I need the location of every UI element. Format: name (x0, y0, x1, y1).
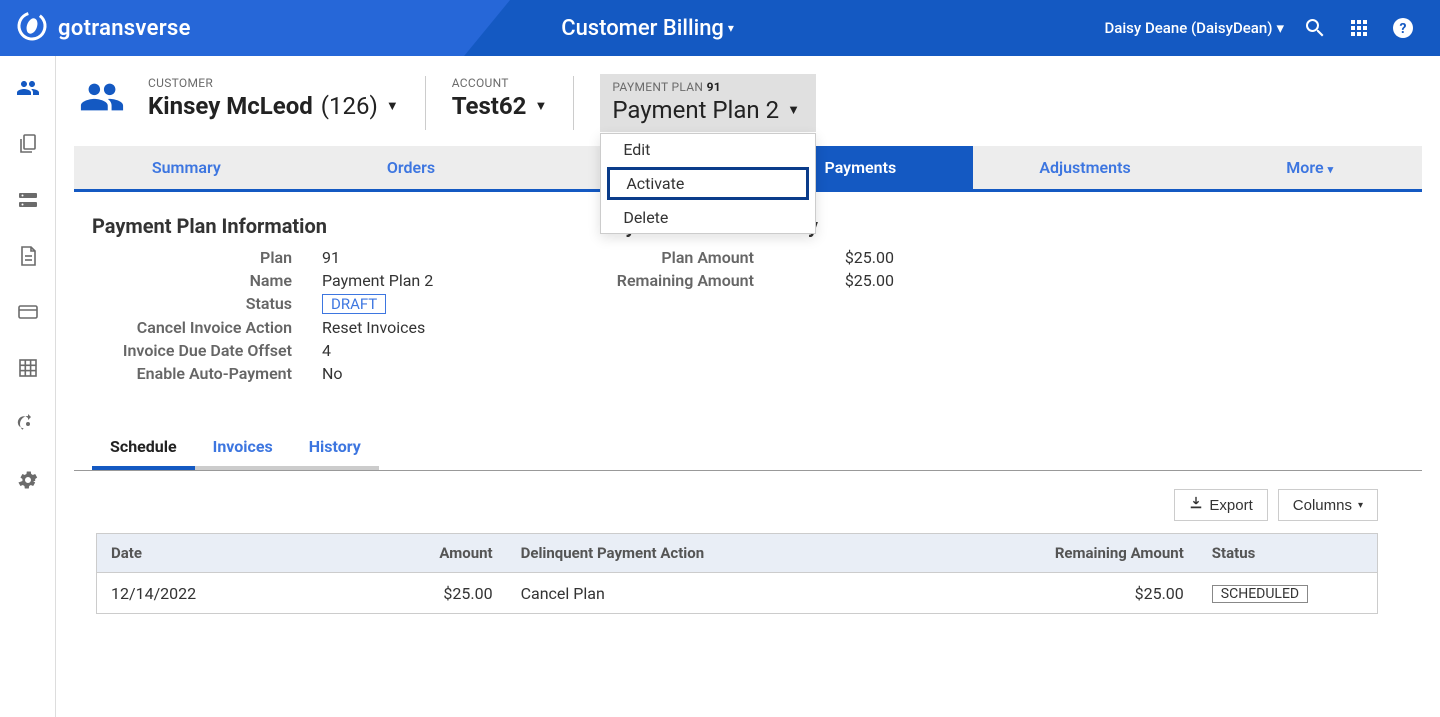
crumb-account-label: ACCOUNT (452, 76, 548, 90)
apps-icon[interactable] (1346, 15, 1372, 41)
cell-action: Cancel Plan (507, 573, 1019, 614)
left-nav-rail (0, 56, 56, 717)
tab-summary[interactable]: Summary (74, 146, 299, 189)
row-status-badge: SCHEDULED (1212, 585, 1308, 603)
info-cancel-action-value: Reset Invoices (322, 318, 425, 337)
columns-button[interactable]: Columns ▾ (1278, 489, 1378, 521)
tab-orders[interactable]: Orders (299, 146, 524, 189)
crumb-customer-name: Kinsey McLeod (148, 92, 313, 120)
svg-text:?: ? (1400, 21, 1407, 37)
header-title-text: Customer Billing (561, 16, 724, 41)
info-name-label: Name (74, 271, 322, 290)
col-delinquent[interactable]: Delinquent Payment Action (507, 534, 1019, 573)
logo-icon (16, 10, 48, 46)
info-section-title: Payment Plan Information (92, 214, 524, 238)
top-header: gotransverse Customer Billing ▾ Daisy De… (0, 0, 1440, 56)
cell-amount: $25.00 (379, 573, 507, 614)
caret-down-icon: ▾ (1358, 500, 1363, 511)
crumb-separator (425, 76, 426, 130)
table-header-row: Date Amount Delinquent Payment Action Re… (97, 534, 1377, 573)
info-due-offset-label: Invoice Due Date Offset (74, 341, 322, 360)
crumb-plan-label: PAYMENT PLAN (612, 80, 703, 94)
server-nav-icon[interactable] (16, 188, 40, 212)
tab-adjustments[interactable]: Adjustments (973, 146, 1198, 189)
crumb-customer[interactable]: CUSTOMER Kinsey McLeod (126) ▼ (148, 74, 399, 120)
caret-down-icon: ▾ (1276, 19, 1284, 37)
search-icon[interactable] (1302, 15, 1328, 41)
caret-down-icon: ▾ (1328, 163, 1334, 176)
columns-label: Columns (1293, 497, 1352, 514)
info-due-offset-value: 4 (322, 341, 331, 360)
breadcrumb-row: CUSTOMER Kinsey McLeod (126) ▼ ACCOUNT T… (56, 74, 1440, 146)
caret-down-icon: ▼ (787, 102, 800, 118)
tab-more-label: More (1286, 158, 1323, 177)
col-amount[interactable]: Amount (379, 534, 507, 573)
info-auto-pay-value: No (322, 364, 343, 383)
summary-plan-amount-value: $25.00 (784, 248, 894, 267)
info-plan-value: 91 (322, 248, 340, 267)
customers-nav-icon[interactable] (16, 76, 40, 100)
summary-plan-amount-label: Plan Amount (584, 248, 784, 267)
settings-nav-icon[interactable] (16, 468, 40, 492)
crumb-plan-name: Payment Plan 2 (612, 96, 779, 124)
plan-action-delete[interactable]: Delete (601, 202, 815, 233)
crumb-customer-id: (126) (321, 92, 378, 120)
cell-date: 12/14/2022 (97, 573, 379, 614)
summary-remaining-value: $25.00 (784, 271, 894, 290)
subtab-history[interactable]: History (291, 427, 379, 470)
subtab-invoices[interactable]: Invoices (195, 427, 291, 470)
caret-down-icon: ▼ (386, 98, 399, 114)
export-label: Export (1209, 497, 1252, 514)
crumb-plan[interactable]: PAYMENT PLAN 91 Payment Plan 2 ▼ Edit Ac… (600, 74, 816, 132)
cell-remaining: $25.00 (1019, 573, 1198, 614)
info-auto-pay-label: Enable Auto-Payment (74, 364, 322, 383)
tab-more[interactable]: More ▾ (1197, 146, 1422, 189)
status-badge: DRAFT (322, 294, 386, 314)
main-content: CUSTOMER Kinsey McLeod (126) ▼ ACCOUNT T… (56, 56, 1440, 717)
summary-remaining-label: Remaining Amount (584, 271, 784, 290)
dashboard-nav-icon[interactable] (16, 412, 40, 436)
grid-nav-icon[interactable] (16, 356, 40, 380)
caret-down-icon: ▼ (534, 98, 547, 114)
info-status-label: Status (74, 294, 322, 313)
crumb-separator (573, 76, 574, 130)
caret-down-icon: ▾ (728, 21, 734, 35)
sub-tabs: Schedule Invoices History (74, 427, 1422, 471)
export-button[interactable]: Export (1174, 489, 1267, 521)
plan-action-edit[interactable]: Edit (601, 134, 815, 165)
user-display: Daisy Deane (DaisyDean) (1104, 19, 1272, 37)
user-menu[interactable]: Daisy Deane (DaisyDean) ▾ (1104, 19, 1284, 37)
subtab-schedule[interactable]: Schedule (92, 427, 195, 470)
info-cancel-action-label: Cancel Invoice Action (74, 318, 322, 337)
info-name-value: Payment Plan 2 (322, 271, 433, 290)
crumb-plan-id: 91 (707, 80, 721, 94)
logo[interactable]: gotransverse (0, 10, 191, 46)
download-icon (1189, 496, 1203, 514)
help-icon[interactable]: ? (1390, 15, 1416, 41)
crumb-customer-label: CUSTOMER (148, 76, 399, 90)
logo-text: gotransverse (58, 16, 191, 41)
document-nav-icon[interactable] (16, 244, 40, 268)
col-remaining[interactable]: Remaining Amount (1019, 534, 1198, 573)
plan-action-dropdown: Edit Activate Delete (600, 133, 816, 234)
plan-action-activate[interactable]: Activate (607, 167, 809, 200)
crumb-account-name: Test62 (452, 92, 527, 120)
table-row[interactable]: 12/14/2022 $25.00 Cancel Plan $25.00 SCH… (97, 573, 1377, 614)
schedule-table: Date Amount Delinquent Payment Action Re… (96, 533, 1378, 614)
copy-nav-icon[interactable] (16, 132, 40, 156)
table-controls: Export Columns ▾ (74, 489, 1422, 521)
header-title-dropdown[interactable]: Customer Billing ▾ (561, 16, 734, 41)
card-nav-icon[interactable] (16, 300, 40, 324)
info-plan-label: Plan (74, 248, 322, 267)
customer-glyph-icon (74, 74, 130, 120)
crumb-account[interactable]: ACCOUNT Test62 ▼ (452, 74, 548, 120)
col-status[interactable]: Status (1198, 534, 1377, 573)
col-date[interactable]: Date (97, 534, 379, 573)
